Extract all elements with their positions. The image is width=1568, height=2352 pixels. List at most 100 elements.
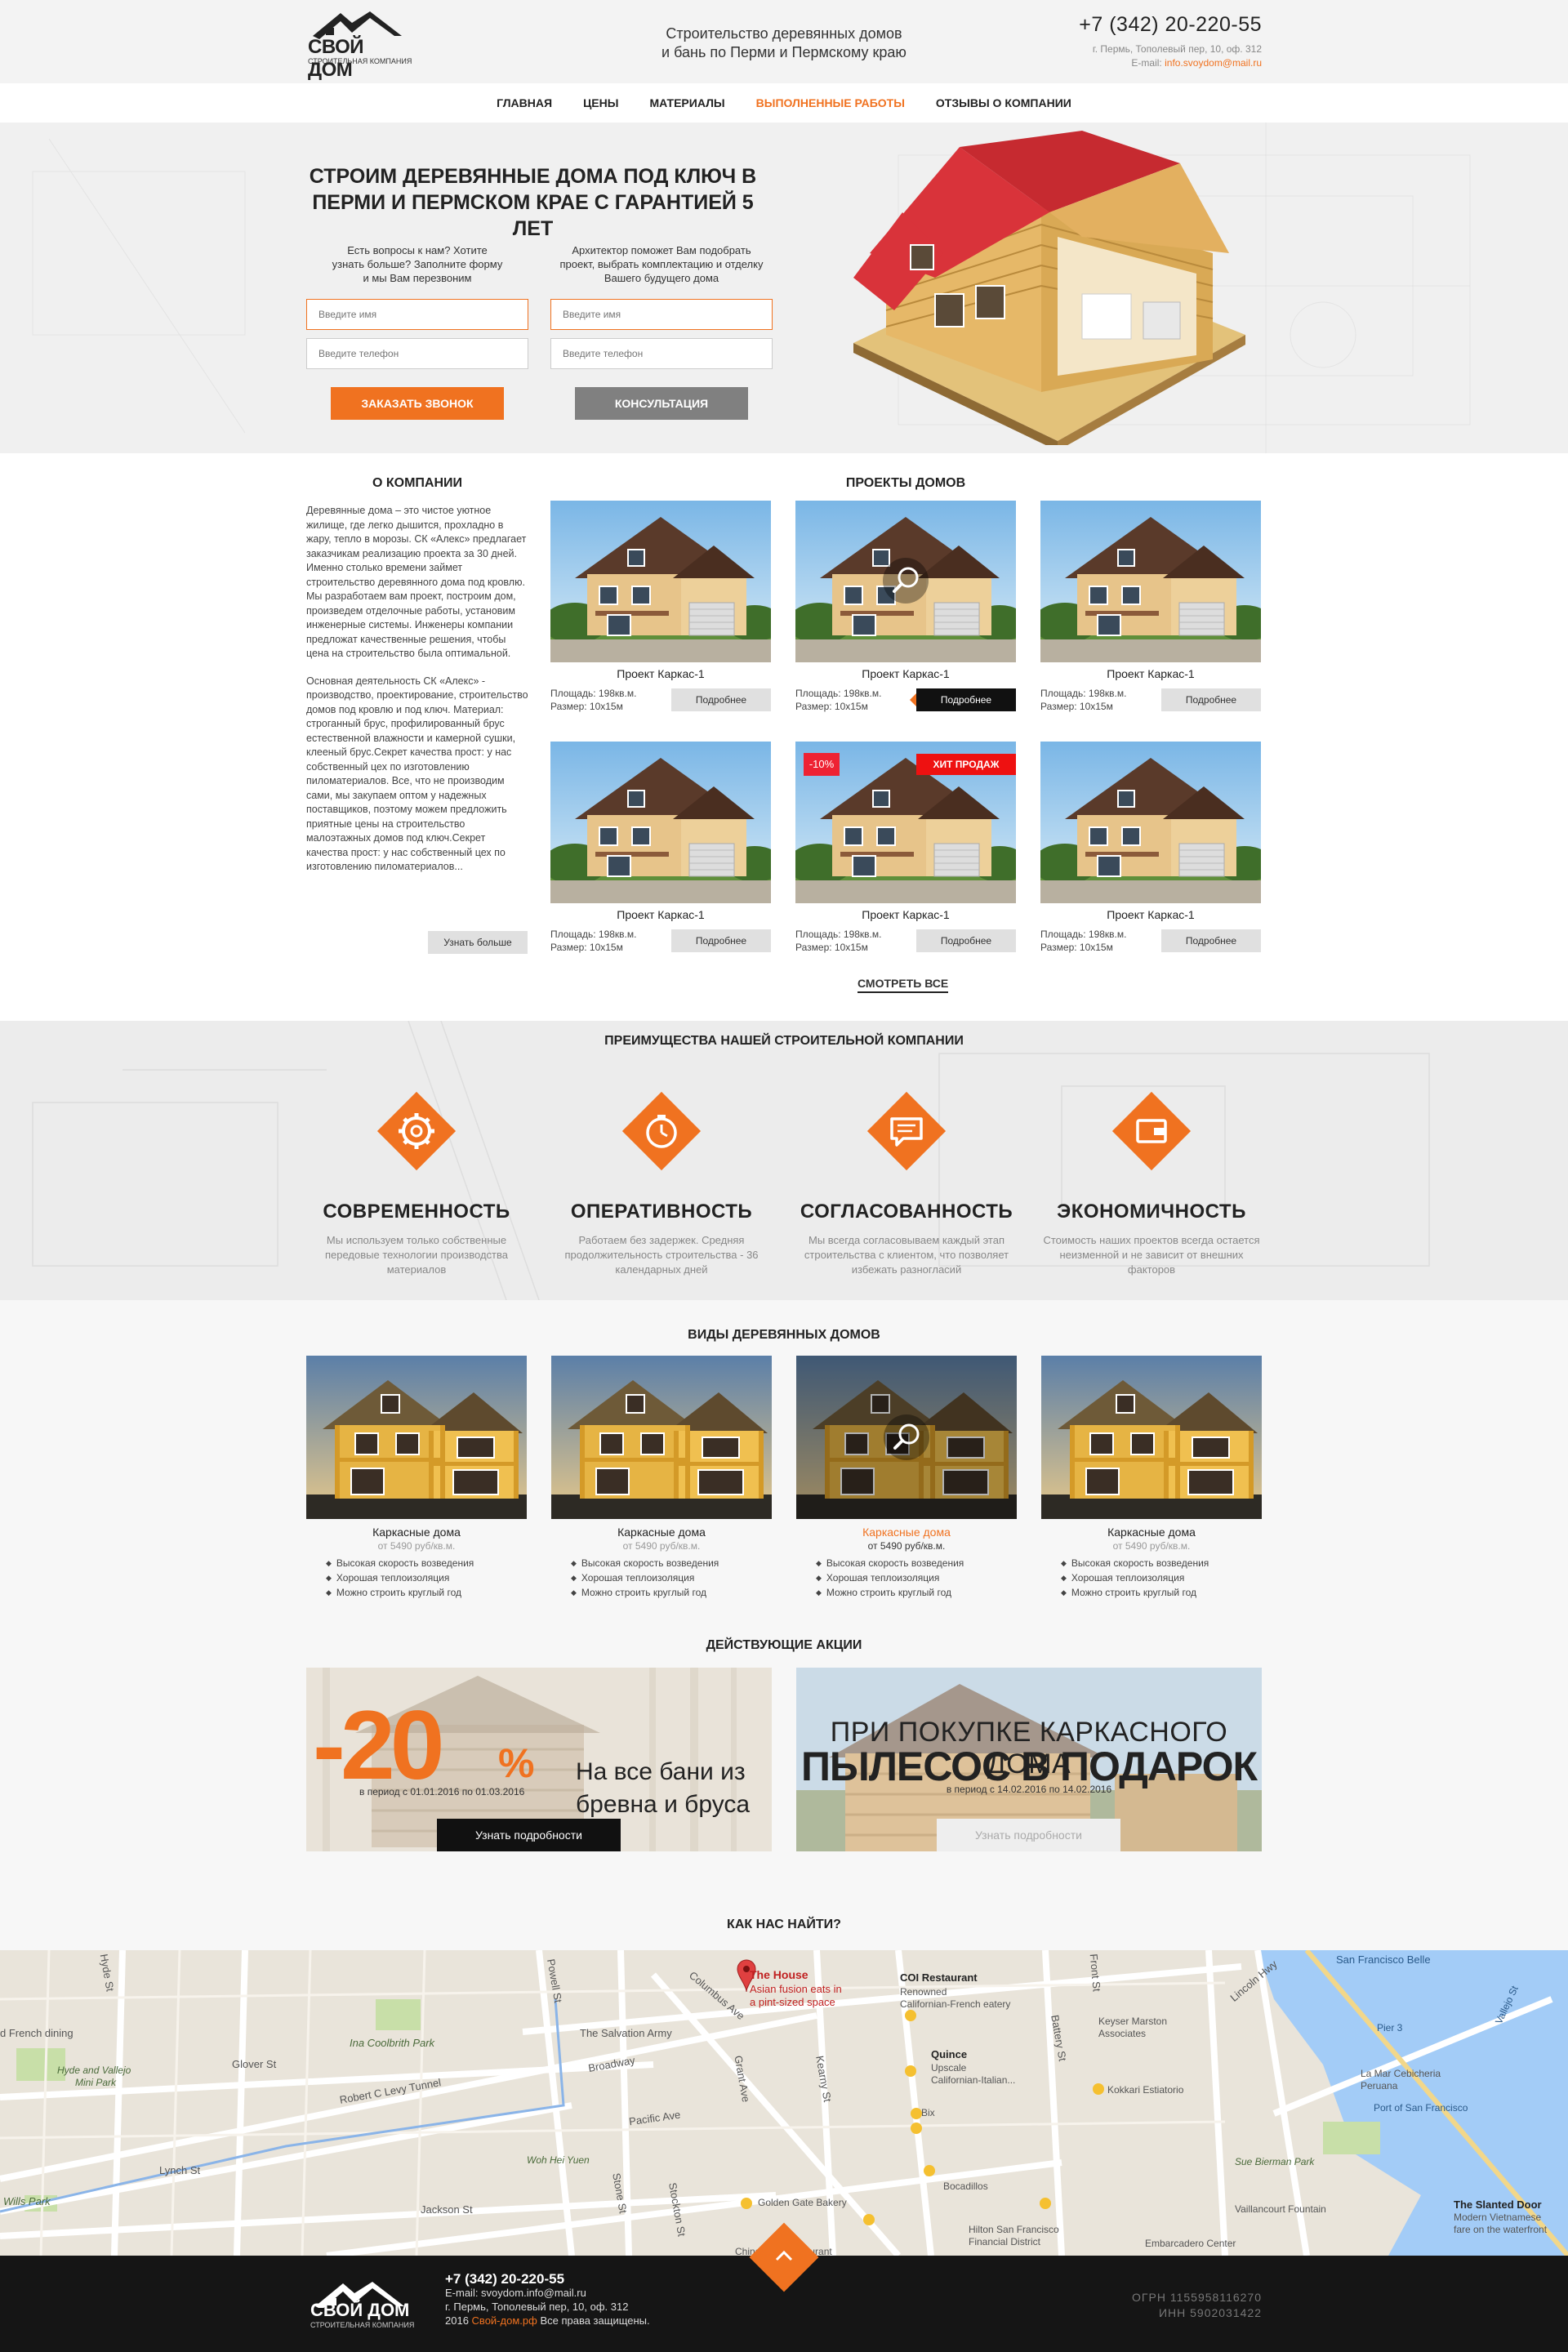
nav-item-completed-works[interactable]: ВЫПОЛНЕННЫЕ РАБОТЫ xyxy=(756,96,905,109)
consultation-button[interactable]: КОНСУЛЬТАЦИЯ xyxy=(575,387,748,420)
house-type-image[interactable] xyxy=(1041,1356,1262,1519)
house-type-name[interactable]: Каркасные дома xyxy=(551,1526,772,1539)
project-image[interactable] xyxy=(550,501,771,662)
map-pin-desc-line: a pint-sized space xyxy=(750,1996,835,2008)
map-label: Sue Bierman Park xyxy=(1235,2156,1315,2167)
project-image[interactable] xyxy=(1040,742,1261,903)
project-image[interactable] xyxy=(550,742,771,903)
house-type-price: от 5490 руб/кв.м. xyxy=(622,1540,701,1552)
feature-item: Высокая скорость возведения xyxy=(1061,1557,1262,1571)
zoom-icon[interactable] xyxy=(884,1414,929,1460)
sale-badge: -10% xyxy=(804,753,840,776)
project-image[interactable] xyxy=(795,501,1016,662)
project-size: Размер: 10х15м xyxy=(795,701,868,712)
advantage-title: СОВРЕМЕННОСТЬ xyxy=(323,1200,510,1223)
location-map[interactable]: The House Asian fusion eats in a pint-siz… xyxy=(0,1950,1568,2256)
nav-item-reviews[interactable]: ОТЗЫВЫ О КОМПАНИИ xyxy=(936,96,1071,109)
project-card[interactable]: Проект Каркас-1 Площадь: 198кв.м. Размер:… xyxy=(1040,742,1261,953)
house-type-price: от 5490 руб/кв.м. xyxy=(867,1540,946,1552)
promo-banner-bath[interactable]: -20 % На все бани из бревна и бруса в пер… xyxy=(306,1668,772,1851)
project-specs: Площадь: 198кв.м. Размер: 10х15м xyxy=(795,687,881,713)
footer-logo[interactable]: СВОЙ ДОМ СТРОИТЕЛЬНАЯ КОМПАНИЯ xyxy=(309,2280,414,2329)
advantage-title: СОГЛАСОВАННОСТЬ xyxy=(800,1200,1013,1223)
project-name[interactable]: Проект Каркас-1 xyxy=(1040,667,1261,680)
house-type-card[interactable]: Каркасные дома от 5490 руб/кв.м. Высокая… xyxy=(1041,1356,1262,1601)
project-name[interactable]: Проект Каркас-1 xyxy=(550,667,771,680)
promo-details-button[interactable]: Узнать подробности xyxy=(437,1819,621,1851)
consultation-phone-input[interactable] xyxy=(550,338,773,369)
house-type-image[interactable] xyxy=(551,1356,772,1519)
house-type-name[interactable]: Каркасные дома xyxy=(796,1526,1017,1539)
map-label: fare on the waterfront xyxy=(1454,2224,1548,2235)
map-label: The Salvation Army xyxy=(580,2027,672,2039)
footer-phone[interactable]: +7 (342) 20-220-55 xyxy=(445,2272,650,2286)
logo[interactable]: СВОЙ ДОМ СТРОИТЕЛЬНАЯ КОМПАНИЯ xyxy=(306,10,412,81)
feature-item: Можно строить круглый год xyxy=(571,1586,772,1601)
project-specs: Площадь: 198кв.м. Размер: 10х15м xyxy=(795,928,881,954)
nav-item-materials[interactable]: МАТЕРИАЛЫ xyxy=(649,96,724,109)
project-details-button[interactable]: Подробнее xyxy=(1161,929,1261,952)
feature-item: Высокая скорость возведения xyxy=(326,1557,527,1571)
footer-site-link[interactable]: Свой-дом.рф xyxy=(472,2314,537,2327)
zoom-icon[interactable] xyxy=(883,558,929,604)
map-label: Ina Coolbrith Park xyxy=(350,2037,435,2049)
promo-banner-vacuum[interactable]: ПРИ ПОКУПКЕ КАРКАСНОГО ДОМА ПЫЛЕСОС В ПО… xyxy=(796,1668,1262,1851)
project-name[interactable]: Проект Каркас-1 xyxy=(1040,908,1261,921)
house-type-image[interactable] xyxy=(796,1356,1017,1519)
project-name[interactable]: Проект Каркас-1 xyxy=(795,908,1016,921)
advantage-item: СОВРЕМЕННОСТЬ Мы используем только собст… xyxy=(306,1086,527,1277)
footer-legal: ОГРН 1155958116270 ИНН 5902031422 xyxy=(1132,2290,1262,2321)
project-image[interactable] xyxy=(1040,501,1261,662)
house-type-name[interactable]: Каркасные дома xyxy=(1041,1526,1262,1539)
header-phone[interactable]: +7 (342) 20-220-55 xyxy=(1079,13,1262,37)
see-all-link[interactable]: СМОТРЕТЬ ВСЕ xyxy=(858,977,949,993)
house-type-card[interactable]: Каркасные дома от 5490 руб/кв.м. Высокая… xyxy=(796,1356,1017,1601)
arrow-left-icon xyxy=(910,693,916,706)
promo-details-button[interactable]: Узнать подробности xyxy=(937,1819,1120,1851)
project-size: Размер: 10х15м xyxy=(795,942,868,953)
feature-item: Можно строить круглый год xyxy=(1061,1586,1262,1601)
project-size: Размер: 10х15м xyxy=(550,942,623,953)
email-label: E-mail: xyxy=(1131,57,1162,69)
project-card[interactable]: Проект Каркас-1 Площадь: 198кв.м. Размер:… xyxy=(550,501,771,712)
feature-item: Хорошая теплоизоляция xyxy=(816,1571,1017,1586)
email-link[interactable]: info.svoydom@mail.ru xyxy=(1165,57,1262,69)
project-details-button[interactable]: Подробнее xyxy=(671,929,771,952)
project-details-button[interactable]: Подробнее xyxy=(671,688,771,711)
callback-name-input[interactable] xyxy=(306,299,528,330)
promo-period: в период с 01.01.2016 по 01.03.2016 xyxy=(359,1786,525,1797)
project-name[interactable]: Проект Каркас-1 xyxy=(550,908,771,921)
callback-form-text: Есть вопросы к нам? Хотите узнать больше… xyxy=(332,244,503,284)
project-details-label: Подробнее xyxy=(940,694,992,706)
house-type-price: от 5490 руб/кв.м. xyxy=(377,1540,456,1552)
learn-more-button[interactable]: Узнать больше xyxy=(428,931,528,954)
map-label: Californian-French eatery xyxy=(900,1998,1011,2010)
nav-item-prices[interactable]: ЦЕНЫ xyxy=(583,96,618,109)
about-text: Деревянные дома – это чистое уютное жили… xyxy=(306,504,528,875)
house-type-image[interactable] xyxy=(306,1356,527,1519)
nav-item-home[interactable]: ГЛАВНАЯ xyxy=(497,96,552,109)
house-type-name[interactable]: Каркасные дома xyxy=(306,1526,527,1539)
project-name[interactable]: Проект Каркас-1 xyxy=(795,667,1016,680)
promo-text-line: бревна и бруса xyxy=(576,1791,751,1818)
project-card[interactable]: Проект Каркас-1 Площадь: 198кв.м. Размер:… xyxy=(550,742,771,953)
hero-house-image xyxy=(853,131,1245,445)
advantage-title: ОПЕРАТИВНОСТЬ xyxy=(570,1200,753,1223)
project-details-button[interactable]: Подробнее xyxy=(916,929,1016,952)
project-image[interactable]: -10% ХИТ ПРОДАЖ xyxy=(795,742,1016,903)
project-card[interactable]: Проект Каркас-1 Площадь: 198кв.м. Размер:… xyxy=(1040,501,1261,712)
project-card[interactable]: Проект Каркас-1 Площадь: 198кв.м. Размер:… xyxy=(795,501,1016,712)
project-details-button[interactable]: Подробнее xyxy=(1161,688,1261,711)
project-details-button[interactable]: Подробнее xyxy=(910,688,1016,711)
clock-icon xyxy=(621,1091,702,1171)
consultation-name-input[interactable] xyxy=(550,299,773,330)
map-pin-title[interactable]: The House xyxy=(750,1968,808,1981)
project-card[interactable]: -10% ХИТ ПРОДАЖ Проект Каркас-1 Площадь:… xyxy=(795,742,1016,953)
order-call-button[interactable]: ЗАКАЗАТЬ ЗВОНОК xyxy=(331,387,504,420)
house-type-card[interactable]: Каркасные дома от 5490 руб/кв.м. Высокая… xyxy=(306,1356,527,1601)
house-type-card[interactable]: Каркасные дома от 5490 руб/кв.м. Высокая… xyxy=(551,1356,772,1601)
chevron-up-icon[interactable] xyxy=(774,2249,794,2262)
callback-phone-input[interactable] xyxy=(306,338,528,369)
footer-email[interactable]: E-mail: svoydom.info@mail.ru xyxy=(445,2286,650,2300)
hero-title-line: ПЕРМИ И ПЕРМСКОМ КРАЕ С ГАРАНТИЕЙ 5 ЛЕТ xyxy=(312,191,754,240)
